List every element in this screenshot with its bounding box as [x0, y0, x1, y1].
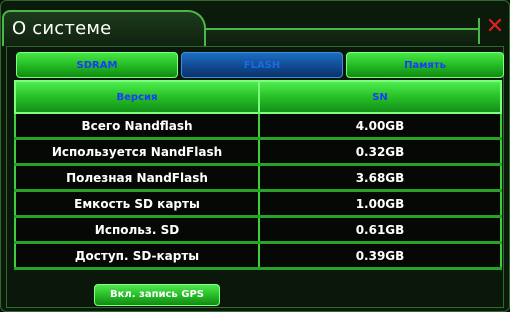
tab-memory[interactable]: Память	[346, 52, 504, 78]
row-label: Всего Nandflash	[14, 113, 260, 140]
close-icon[interactable]: ✕	[484, 14, 506, 40]
tab-sdram[interactable]: SDRAM	[16, 52, 178, 78]
row-label: Доступ. SD-карты	[14, 242, 260, 270]
table-row: Емкость SD карты 1.00GB	[14, 190, 502, 218]
info-table: Версия SN Всего Nandflash 4.00GB Использ…	[14, 80, 502, 270]
row-value: 0.61GB	[258, 216, 502, 244]
row-value: 0.39GB	[258, 242, 502, 270]
row-label: Используется NandFlash	[14, 138, 260, 166]
close-separator	[478, 18, 480, 44]
row-value: 4.00GB	[258, 113, 502, 140]
row-label: Емкость SD карты	[14, 190, 260, 218]
table-row: Полезная NandFlash 3.68GB	[14, 164, 502, 192]
table-row: Всего Nandflash 4.00GB	[14, 113, 502, 140]
header-sn: SN	[258, 80, 502, 114]
table-row: Используется NandFlash 0.32GB	[14, 138, 502, 166]
table-row: Использ. SD 0.61GB	[14, 216, 502, 244]
tab-flash[interactable]: FLASH	[181, 52, 343, 78]
table-row: Доступ. SD-карты 0.39GB	[14, 242, 502, 270]
header-version: Версия	[14, 80, 260, 114]
row-label: Использ. SD	[14, 216, 260, 244]
row-value: 0.32GB	[258, 138, 502, 166]
row-label: Полезная NandFlash	[14, 164, 260, 192]
row-value: 3.68GB	[258, 164, 502, 192]
row-value: 1.00GB	[258, 190, 502, 218]
enable-gps-logging-button[interactable]: Вкл. запись GPS	[94, 284, 220, 306]
table-header-row: Версия SN	[14, 80, 502, 114]
window-title: О системе	[12, 18, 112, 39]
